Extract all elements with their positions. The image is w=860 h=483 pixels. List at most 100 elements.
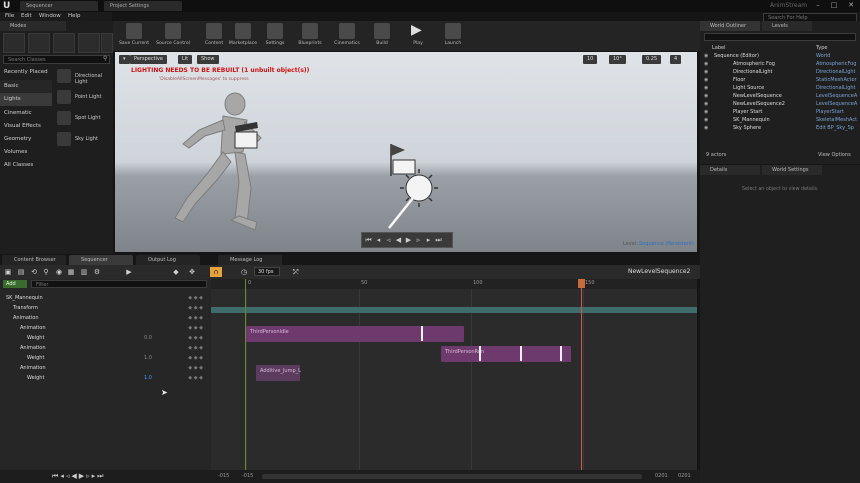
minimize-button[interactable]: – <box>812 1 824 10</box>
close-button[interactable]: ✕ <box>845 1 857 10</box>
visibility-eye-icon[interactable]: ◉ <box>704 84 708 92</box>
visibility-eye-icon[interactable]: ◉ <box>704 92 708 100</box>
outliner-row[interactable]: ◉ Player Start PlayerStart <box>700 108 860 116</box>
category-volumes[interactable]: Volumes <box>0 146 52 159</box>
source-control-button[interactable]: Source Control <box>155 21 191 51</box>
track-row[interactable]: Animation ◆ ◆ ◆ <box>0 313 211 323</box>
build-button[interactable]: Build <box>364 21 400 51</box>
camera-speed-value[interactable]: 4 <box>670 55 682 64</box>
visibility-eye-icon[interactable]: ◉ <box>704 124 708 132</box>
track-row[interactable]: Transform ◆ ◆ ◆ <box>0 303 211 313</box>
key-nav-icon[interactable]: ◆ ◆ ◆ <box>188 303 203 313</box>
tab-sequencer-doc[interactable]: Sequencer <box>20 1 98 11</box>
key-nav-icon[interactable]: ◆ ◆ ◆ <box>188 323 203 333</box>
angle-snap-value[interactable]: 10° <box>609 55 626 64</box>
track-value[interactable]: 1.0 <box>144 373 152 383</box>
visibility-eye-icon[interactable]: ◉ <box>704 52 708 60</box>
cinematics-button[interactable]: Cinematics <box>329 21 365 51</box>
section-third-person-run[interactable]: ThirdPersonRun <box>441 346 571 362</box>
track-row[interactable]: Animation ◆ ◆ ◆ <box>0 323 211 333</box>
key-icon[interactable]: ◆ <box>172 268 180 276</box>
place-directional-light[interactable]: Directional Light <box>55 67 113 87</box>
track-value[interactable]: 1.0 <box>144 353 152 363</box>
track-row[interactable]: SK_Mannequin ◆ ◆ ◆ <box>0 293 211 303</box>
save-icon[interactable]: ▣ <box>4 268 12 276</box>
outliner-row[interactable]: ◉ NewLevelSequence LevelSequenceA <box>700 92 860 100</box>
camera-icon[interactable]: ◉ <box>55 268 63 276</box>
visibility-eye-icon[interactable]: ◉ <box>704 108 708 116</box>
range-end-value[interactable]: 0201 <box>655 473 668 479</box>
range-start2-value[interactable]: -015 <box>242 473 253 479</box>
refresh-icon[interactable]: ⟲ <box>30 268 38 276</box>
outliner-row[interactable]: ◉ Floor StaticMeshActor <box>700 76 860 84</box>
maximize-button[interactable]: □ <box>828 1 840 10</box>
place-point-light[interactable]: Point Light <box>55 88 113 108</box>
clapperboard-actor-icon[interactable] <box>233 122 261 152</box>
step-back-button[interactable]: ◃ <box>384 236 393 245</box>
col-label-header[interactable]: Label <box>712 45 726 51</box>
show-button[interactable]: Show <box>197 55 219 64</box>
tab-output-log[interactable]: Output Log <box>136 255 200 265</box>
keyframe[interactable] <box>421 326 423 341</box>
foliage-mode-icon[interactable] <box>78 33 100 53</box>
visibility-eye-icon[interactable]: ◉ <box>704 60 708 68</box>
paint-mode-icon[interactable] <box>28 33 50 53</box>
save-as-icon[interactable]: ▤ <box>17 268 25 276</box>
marketplace-button[interactable]: Marketplace <box>225 21 261 51</box>
outliner-row[interactable]: ◉ Sky Sphere Edit BP_Sky_Sp <box>700 124 860 132</box>
menu-file[interactable]: File <box>5 12 14 21</box>
tab-message-log[interactable]: Message Log <box>218 255 282 265</box>
timeline-ruler[interactable] <box>211 279 697 289</box>
play-reverse-button[interactable]: ◀ <box>394 236 403 245</box>
range-start-value[interactable]: -015 <box>218 473 229 479</box>
outliner-row[interactable]: ◉ Light Source DirectionalLight <box>700 84 860 92</box>
jump-end-icon[interactable]: ⏭ <box>97 472 105 480</box>
mannequin-figure[interactable] <box>135 92 265 242</box>
blueprints-button[interactable]: Blueprints <box>292 21 328 51</box>
menu-edit[interactable]: Edit <box>21 12 32 21</box>
grid-snap-value[interactable]: 10 <box>583 55 598 64</box>
menu-help[interactable]: Help <box>68 12 81 21</box>
outliner-row[interactable]: ◉ DirectionalLight DirectionalLight <box>700 68 860 76</box>
keyframe[interactable] <box>479 346 481 361</box>
clapper-icon[interactable]: ▥ <box>80 268 88 276</box>
key-nav-icon[interactable]: ◆ ◆ ◆ <box>188 313 203 323</box>
category-all-classes[interactable]: All Classes <box>0 159 52 172</box>
lit-button[interactable]: Lit <box>178 55 193 64</box>
classes-search-input[interactable]: Search Classes <box>3 55 110 64</box>
prev-key-button[interactable]: ◂ <box>374 236 383 245</box>
settings-button[interactable]: Settings <box>257 21 293 51</box>
tab-sequencer[interactable]: Sequencer <box>69 255 133 265</box>
key-nav-icon[interactable]: ◆ ◆ ◆ <box>188 343 203 353</box>
outliner-row[interactable]: ◉ Atmospheric Fog AtmosphericFog <box>700 60 860 68</box>
track-filter-input[interactable]: Filter <box>31 280 207 288</box>
track-row[interactable]: Animation ◆ ◆ ◆ <box>0 363 211 373</box>
track-row[interactable]: Weight 1.0 ◆ ◆ ◆ <box>0 373 211 383</box>
reverse-icon[interactable]: ◀ <box>71 472 78 480</box>
place-spot-light[interactable]: Spot Light <box>55 109 113 129</box>
track-value[interactable]: 0.0 <box>144 333 152 343</box>
clock-icon[interactable]: ◷ <box>240 268 248 276</box>
outliner-row[interactable]: ◉ NewLevelSequence2 LevelSequenceA <box>700 100 860 108</box>
playhead-handle[interactable] <box>578 279 585 288</box>
visibility-eye-icon[interactable]: ◉ <box>704 76 708 84</box>
level-viewport[interactable]: ▾ Perspective Lit Show 10 10° 0.25 4 LIG… <box>115 52 697 252</box>
launch-button[interactable]: Launch <box>435 21 471 51</box>
geometry-mode-icon[interactable] <box>101 33 113 53</box>
jump-end-button[interactable]: ⏭ <box>434 236 443 245</box>
tab-project-settings[interactable]: Project Settings <box>104 1 182 11</box>
outliner-search-input[interactable] <box>704 33 856 41</box>
playhead-line[interactable] <box>581 279 582 470</box>
keyframe[interactable] <box>560 346 562 361</box>
category-geometry[interactable]: Geometry <box>0 133 52 146</box>
settings-icon[interactable]: ⚙ <box>93 268 101 276</box>
category-lights[interactable]: Lights <box>0 93 52 106</box>
perspective-button[interactable]: Perspective <box>130 55 167 64</box>
render-icon[interactable]: ▦ <box>67 268 75 276</box>
key-nav-icon[interactable]: ◆ ◆ ◆ <box>188 353 203 363</box>
next-key-button[interactable]: ▸ <box>424 236 433 245</box>
category-cinematic[interactable]: Cinematic <box>0 107 52 120</box>
tab-details[interactable]: Details <box>700 165 760 175</box>
section-third-person-idle[interactable]: ThirdPersonIdle <box>246 326 464 342</box>
landscape-mode-icon[interactable] <box>53 33 75 53</box>
